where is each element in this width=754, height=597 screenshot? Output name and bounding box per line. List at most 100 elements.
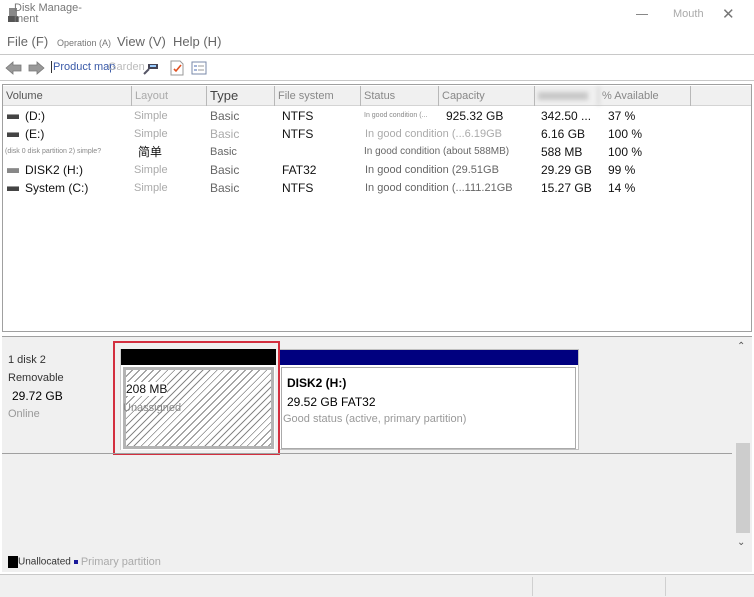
volume-layout: Simple: [134, 128, 168, 140]
disk-kind: Removable: [8, 372, 64, 384]
primary-partition-swatch: [73, 560, 78, 565]
partition-body: DISK2 (H:) 29.52 GB FAT32 Good status (a…: [281, 367, 576, 449]
properties-list-icon[interactable]: [191, 60, 207, 76]
legend-primary-partition: Primary partition: [80, 556, 161, 569]
drive-icon: [7, 132, 19, 138]
column-header-capacity[interactable]: Capacity: [439, 86, 535, 106]
drive-icon: [7, 114, 19, 120]
volume-free-space: 342.50 ...: [541, 109, 592, 123]
partition-size-fs: 29.52 GB FAT32: [287, 395, 376, 409]
window-title: Disk Manage-ment: [14, 2, 82, 25]
column-header-type[interactable]: Type: [207, 86, 275, 106]
maximize-button[interactable]: Mouth: [673, 8, 704, 20]
volume-status: In good condition (about 588MB): [364, 146, 510, 157]
volume-percent-available: 100 %: [608, 127, 643, 141]
toolbar: Product map Garden: [0, 54, 754, 81]
legend-unallocated: Unallocated: [18, 556, 71, 568]
volume-row[interactable]: System (C:) Simple Basic NTFS In good co…: [3, 179, 751, 197]
product-map-link[interactable]: Product map: [51, 61, 115, 73]
vertical-scrollbar[interactable]: ⌃ ⌄: [735, 339, 751, 553]
unallocated-region[interactable]: 208 MB Unassigned: [120, 349, 276, 450]
scroll-down-icon[interactable]: ⌄: [737, 537, 745, 548]
volume-percent-available: 37 %: [608, 109, 636, 123]
volume-file-system: NTFS: [282, 109, 314, 123]
minimize-button[interactable]: [633, 6, 653, 22]
volume-list: Volume Layout Type File system Status Ca…: [2, 84, 752, 332]
disk-state: Online: [8, 408, 40, 420]
column-header-volume[interactable]: Volume: [3, 86, 132, 106]
disk-row-divider: [2, 453, 732, 454]
volume-row[interactable]: DISK2 (H:) Simple Basic FAT32 In good co…: [3, 161, 751, 179]
volume-status: In good condition (...: [364, 112, 428, 119]
volume-name: (D:): [25, 109, 45, 123]
volume-row[interactable]: (E:) Simple Basic NTFS In good condition…: [3, 125, 751, 143]
disk-name: 1 disk 2: [8, 354, 46, 366]
volume-file-system: NTFS: [282, 181, 314, 195]
garden-link[interactable]: Garden: [108, 61, 145, 73]
title-bar: Disk Manage-ment Mouth ✕: [0, 0, 754, 30]
volume-percent-available: 100 %: [608, 145, 643, 159]
menu-help[interactable]: Help (H): [173, 34, 221, 49]
close-button[interactable]: ✕: [722, 5, 735, 23]
disk-size: 29.72 GB: [12, 389, 63, 403]
checklist-document-icon[interactable]: [169, 60, 185, 76]
back-arrow-icon[interactable]: [5, 61, 22, 75]
column-header-layout[interactable]: Layout: [132, 86, 207, 106]
primary-partition-header-bar: [279, 350, 578, 365]
volume-capacity: 588 MB: [541, 145, 583, 159]
column-header-free-space[interactable]: [535, 86, 599, 106]
column-header-row: Volume Layout Type File system Status Ca…: [3, 86, 751, 106]
menu-file[interactable]: File (F): [7, 34, 48, 49]
unallocated-size: 208 MB: [126, 382, 168, 396]
column-header-status[interactable]: Status: [361, 86, 439, 106]
menu-view[interactable]: View (V): [117, 34, 166, 49]
partition-status: Good status (active, primary partition): [283, 413, 467, 425]
drive-icon: [7, 168, 19, 174]
volume-file-system: FAT32: [282, 163, 317, 177]
column-header-file-system[interactable]: File system: [275, 86, 361, 106]
volume-name: (E:): [25, 127, 45, 141]
volume-status: In good condition (...111.21GB: [365, 182, 513, 194]
connect-drive-icon[interactable]: [143, 60, 159, 76]
column-header-empty: [691, 86, 751, 106]
volume-type: Basic: [210, 163, 240, 177]
volume-capacity: 6.16 GB: [541, 127, 586, 141]
volume-status: In good condition (29.51GB: [365, 164, 499, 176]
volume-type: Basic: [210, 146, 237, 158]
forward-arrow-icon[interactable]: [28, 61, 45, 75]
disk-info[interactable]: 1 disk 2 Removable 29.72 GB Online: [8, 351, 108, 423]
menu-operation[interactable]: Operation (A): [57, 38, 111, 48]
volume-layout: 简单: [138, 145, 163, 159]
unallocated-label: Unassigned: [123, 402, 182, 414]
menu-bar: File (F) Operation (A) View (V) Help (H): [0, 30, 754, 54]
volume-name: DISK2 (H:): [25, 163, 84, 177]
status-bar: [0, 574, 754, 597]
volume-layout: Simple: [134, 182, 168, 194]
volume-percent-available: 99 %: [608, 163, 636, 177]
unallocated-swatch: [8, 556, 18, 569]
disk-graphical-pane: 1 disk 2 Removable 29.72 GB Online 208 M…: [2, 336, 752, 572]
volume-layout: Simple: [134, 110, 168, 122]
volume-name: System (C:): [25, 181, 89, 195]
volume-capacity: 15.27 GB: [541, 181, 592, 195]
legend: Unallocated Primary partition: [8, 556, 161, 569]
partition-name: DISK2 (H:): [287, 376, 347, 390]
volume-type: Basic: [210, 127, 240, 141]
volume-row[interactable]: (D:) Simple Basic NTFS In good condition…: [3, 107, 751, 125]
scroll-up-icon[interactable]: ⌃: [737, 341, 745, 352]
volume-layout: Simple: [134, 164, 168, 176]
volume-percent-available: 14 %: [608, 181, 636, 195]
drive-icon: [7, 186, 19, 192]
volume-row[interactable]: (disk 0 disk partition 2) simple? 简单 Bas…: [3, 143, 751, 161]
status-bar-divider: [532, 577, 533, 596]
column-header-percent-available[interactable]: % Available: [599, 86, 691, 106]
volume-file-system: NTFS: [282, 127, 314, 141]
volume-type: Basic: [210, 109, 240, 123]
volume-name: (disk 0 disk partition 2) simple?: [5, 148, 102, 155]
partition-disk2-h[interactable]: DISK2 (H:) 29.52 GB FAT32 Good status (a…: [278, 349, 579, 450]
status-bar-divider: [665, 577, 666, 596]
volume-capacity: 29.29 GB: [541, 163, 592, 177]
volume-type: Basic: [210, 181, 240, 195]
unallocated-header-bar: [121, 349, 276, 365]
scrollbar-thumb[interactable]: [736, 443, 750, 533]
